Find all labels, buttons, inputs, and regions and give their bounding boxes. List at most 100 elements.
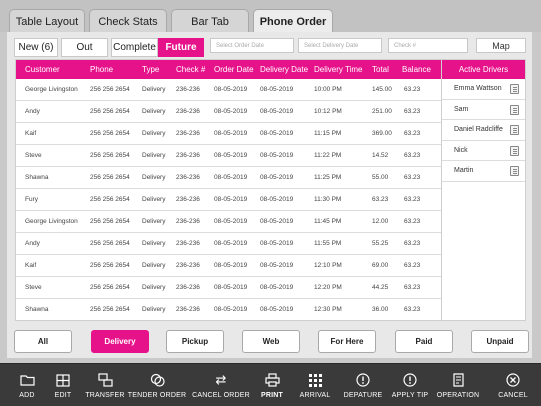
cell-total: 69.00 — [372, 262, 389, 269]
table-row[interactable]: Andy 256 256 2654 Delivery 236-236 08-05-201… — [16, 233, 441, 255]
cell-customer: Kaif — [25, 262, 37, 269]
cell-phone: 256 256 2654 — [90, 196, 130, 203]
table-row[interactable]: Kaif 256 256 2654 Delivery 236-236 08-05-201… — [16, 123, 441, 145]
cancel-order-button[interactable]: ⇄ CANCEL ORDER — [192, 364, 250, 406]
departure-button[interactable]: DEPATURE — [342, 364, 384, 406]
document-icon[interactable] — [510, 125, 519, 135]
cell-delivery-date: 08-05-2019 — [260, 284, 294, 291]
cell-phone: 256 256 2654 — [90, 284, 130, 291]
driver-item[interactable]: Martin — [442, 161, 525, 182]
tab-check-stats[interactable]: Check Stats — [89, 9, 167, 33]
subtab-new[interactable]: New (6) — [14, 38, 58, 57]
cell-check-number: 236-236 — [176, 218, 200, 225]
bottom-toolbar: ADD EDIT TRANSFER TENDER ORDER ⇄ CANCEL … — [0, 363, 541, 406]
cell-customer: George Livingston — [25, 218, 78, 225]
column-header-delivery-date[interactable]: Delivery Date — [260, 65, 308, 74]
delivery-date-input[interactable]: Select Delivery Date — [298, 38, 382, 53]
cell-delivery-date: 08-05-2019 — [260, 130, 294, 137]
order-date-input[interactable]: Select Order Date — [210, 38, 294, 53]
orders-table: Customer Phone Type Check # Order Date Delive… — [15, 59, 442, 321]
table-row[interactable]: Fury 256 256 2654 Delivery 236-236 08-05-201… — [16, 189, 441, 211]
cell-balance: 63.23 — [404, 174, 421, 181]
map-button[interactable]: Map — [476, 38, 526, 53]
table-row[interactable]: Steve 256 256 2654 Delivery 236-236 08-05-20… — [16, 145, 441, 167]
table-row[interactable]: Andy 256 256 2654 Delivery 236-236 08-05-201… — [16, 101, 441, 123]
filter-paid-button[interactable]: Paid — [395, 330, 453, 353]
column-header-type[interactable]: Type — [142, 65, 159, 74]
cell-customer: George Livingston — [25, 86, 78, 93]
cell-total: 251.00 — [372, 108, 392, 115]
driver-item[interactable]: Emma Wattson — [442, 79, 525, 100]
column-header-check-number[interactable]: Check # — [176, 65, 205, 74]
driver-item[interactable]: Nick — [442, 141, 525, 161]
cell-check-number: 236-236 — [176, 284, 200, 291]
table-row[interactable]: Steve 256 256 2654 Delivery 236-236 08-05-20… — [16, 277, 441, 299]
filter-pickup-button[interactable]: Pickup — [166, 330, 224, 353]
cell-order-date: 08-05-2019 — [214, 306, 248, 313]
table-row[interactable]: Shawna 256 256 2654 Delivery 236-236 08-05-2… — [16, 299, 441, 320]
cell-delivery-date: 08-05-2019 — [260, 174, 294, 181]
filter-unpaid-button[interactable]: Unpaid — [471, 330, 529, 353]
tab-bar-tab[interactable]: Bar Tab — [171, 9, 249, 33]
driver-item[interactable]: Sam — [442, 100, 525, 120]
cell-delivery-date: 08-05-2019 — [260, 196, 294, 203]
filter-for-here-button[interactable]: For Here — [318, 330, 376, 353]
column-header-phone[interactable]: Phone — [90, 65, 113, 74]
cell-phone: 256 256 2654 — [90, 108, 130, 115]
cell-delivery-time: 11:25 PM — [314, 174, 342, 181]
subtab-complete[interactable]: Complete — [111, 38, 158, 57]
print-button[interactable]: PRINT — [257, 364, 287, 406]
document-icon[interactable] — [510, 145, 519, 156]
top-tab-bar: Table Layout Check Stats Bar Tab Phone O… — [0, 0, 541, 34]
operation-button[interactable]: OPERATION — [436, 364, 480, 406]
cell-balance: 63.23 — [404, 306, 421, 313]
cell-type: Delivery — [142, 284, 166, 291]
cell-balance: 63.23 — [404, 86, 421, 93]
active-drivers-panel: Active Drivers Emma Wattson Sam Daniel Rad… — [441, 59, 526, 321]
filter-web-button[interactable]: Web — [242, 330, 300, 353]
cell-delivery-time: 11:30 PM — [314, 196, 342, 203]
tab-phone-order[interactable]: Phone Order — [253, 9, 333, 34]
column-header-order-date[interactable]: Order Date — [214, 65, 254, 74]
table-row[interactable]: Kaif 256 256 2654 Delivery 236-236 08-05-201… — [16, 255, 441, 277]
swap-icon: ⇄ — [215, 372, 227, 388]
document-icon[interactable] — [510, 84, 519, 94]
check-number-input[interactable]: Check # — [388, 38, 468, 53]
cell-customer: Shawna — [25, 306, 49, 313]
tender-order-button[interactable]: TENDER ORDER — [128, 364, 186, 406]
column-header-balance[interactable]: Balance — [402, 65, 431, 74]
subtab-out[interactable]: Out — [61, 38, 108, 57]
table-row[interactable]: Shawna 256 256 2654 Delivery 236-236 08-05-2… — [16, 167, 441, 189]
edit-button[interactable]: EDIT — [48, 364, 78, 406]
table-row[interactable]: George Livingston 256 256 2654 Delivery 236… — [16, 79, 441, 101]
subtab-future[interactable]: Future — [158, 38, 204, 57]
cell-delivery-date: 08-05-2019 — [260, 218, 294, 225]
cell-delivery-time: 11:45 PM — [314, 218, 342, 225]
apply-tip-button[interactable]: APPLY TIP — [390, 364, 430, 406]
column-header-delivery-time[interactable]: Delivery Time — [314, 65, 362, 74]
printer-icon — [263, 372, 281, 388]
cancel-button[interactable]: CANCEL — [496, 364, 530, 406]
cell-total: 36.00 — [372, 306, 389, 313]
document-icon[interactable] — [510, 104, 519, 115]
cell-type: Delivery — [142, 262, 166, 269]
cell-order-date: 08-05-2019 — [214, 262, 248, 269]
driver-name: Sam — [454, 105, 469, 113]
table-row[interactable]: George Livingston 256 256 2654 Delivery 236… — [16, 211, 441, 233]
transfer-button[interactable]: TRANSFER — [84, 364, 126, 406]
cell-order-date: 08-05-2019 — [214, 130, 248, 137]
tab-table-layout[interactable]: Table Layout — [9, 9, 85, 33]
add-button[interactable]: ADD — [12, 364, 42, 406]
apply-tip-label: APPLY TIP — [391, 392, 429, 399]
operation-label: OPERATION — [436, 392, 480, 399]
table-header: Customer Phone Type Check # Order Date Delive… — [16, 60, 441, 79]
column-header-total[interactable]: Total — [372, 65, 389, 74]
filter-delivery-button[interactable]: Delivery — [91, 330, 149, 353]
filter-all-button[interactable]: All — [14, 330, 72, 353]
arrival-button[interactable]: ARRIVAL — [297, 364, 333, 406]
cell-check-number: 236-236 — [176, 152, 200, 159]
document-icon[interactable] — [510, 166, 519, 176]
coins-icon — [148, 372, 166, 388]
column-header-customer[interactable]: Customer — [25, 65, 60, 74]
driver-item[interactable]: Daniel Radcliffe — [442, 120, 525, 141]
